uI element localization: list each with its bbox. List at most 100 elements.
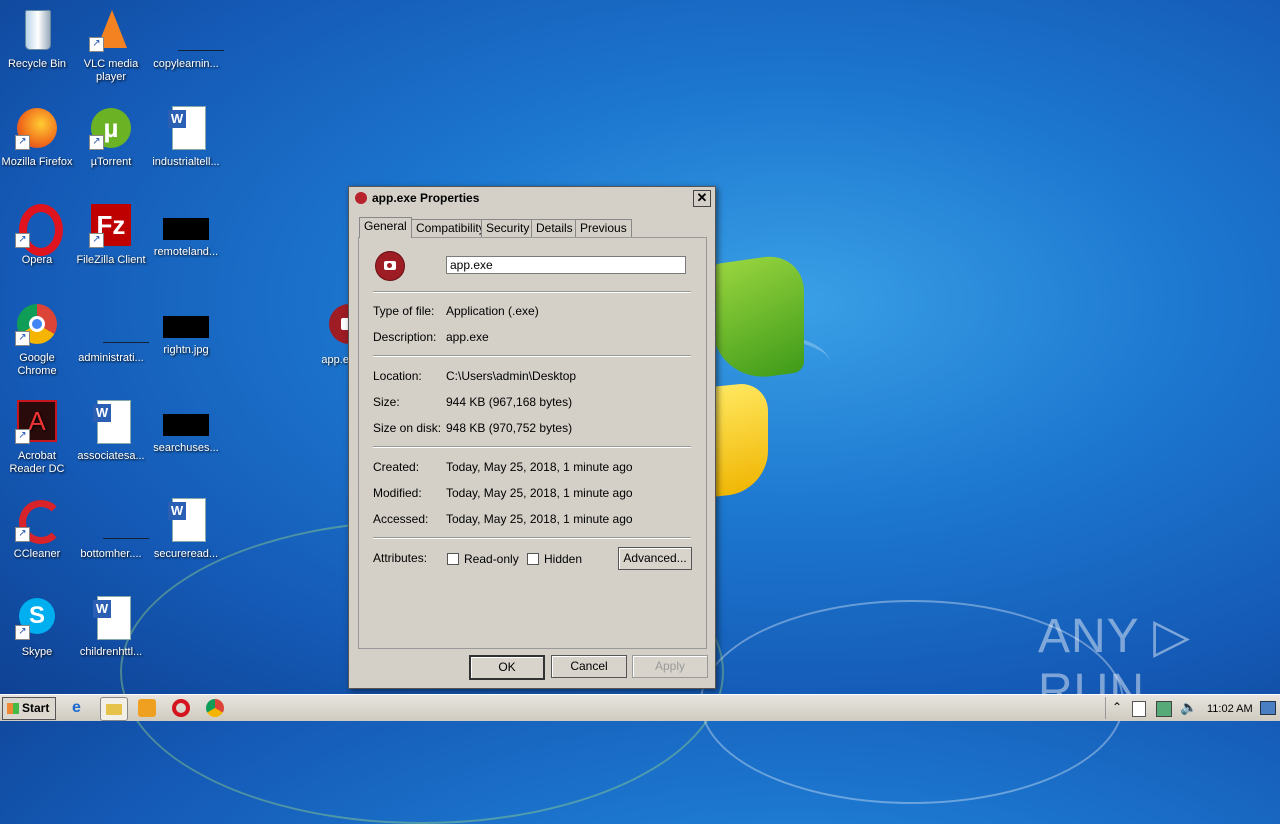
desktop-icon-label: industrialtell... (152, 156, 220, 168)
shortcut-arrow-icon: ↗ (15, 233, 30, 248)
network-icon[interactable] (1156, 701, 1172, 717)
shortcut-arrow-icon: ↗ (15, 331, 30, 346)
size-on-disk-label: Size on disk: (373, 421, 442, 435)
desktop-icon-label: rightn.jpg (163, 344, 209, 356)
desktop-icon-utorrent[interactable]: µ ↗ µTorrent (74, 106, 148, 169)
desktop-icon-skype[interactable]: S ↗ Skype (0, 596, 74, 659)
desktop-icon-firefox[interactable]: ↗ Mozilla Firefox (0, 106, 74, 169)
media-player-icon[interactable] (138, 699, 156, 717)
accessed-label: Accessed: (373, 512, 429, 526)
start-button[interactable]: Start (2, 697, 56, 720)
dialog-title: app.exe Properties (372, 191, 480, 205)
divider (373, 537, 691, 539)
desktop-icon-redacted-file[interactable]: remoteland... (149, 204, 223, 259)
word-document-icon: W (164, 106, 208, 150)
desktop-icon-chrome[interactable]: ↗ Google Chrome (0, 302, 74, 378)
tab-security[interactable]: Security (481, 219, 535, 237)
properties-dialog: app.exe Properties ✕ General Compatibili… (348, 186, 716, 689)
description-value: app.exe (446, 330, 489, 344)
volume-icon[interactable]: 🔈 (1180, 699, 1197, 716)
desktop-icon-label: Google Chrome (17, 352, 57, 377)
desktop-icon-label: Recycle Bin (7, 58, 67, 70)
desktop-icon-label: Acrobat Reader DC (9, 450, 65, 475)
cancel-button[interactable]: Cancel (551, 655, 627, 678)
firefox-icon: ↗ (15, 106, 59, 150)
desktop-icon-label: administrati... (78, 352, 144, 364)
shortcut-arrow-icon: ↗ (15, 135, 30, 150)
show-hidden-icons-icon[interactable]: ⌃ (1112, 700, 1122, 714)
desktop-icon-label: Mozilla Firefox (1, 156, 73, 168)
desktop-icon-file[interactable]: bottomher.... (74, 498, 149, 561)
desktop-icon-label: copylearnin... (153, 58, 219, 70)
desktop-icon-filezilla[interactable]: Fz ↗ FileZilla Client (74, 204, 148, 267)
shortcut-arrow-icon: ↗ (15, 527, 30, 542)
desktop-icon-recycle-bin[interactable]: Recycle Bin (0, 8, 74, 71)
modified-value: Today, May 25, 2018, 1 minute ago (446, 486, 633, 500)
desktop-icon-ccleaner[interactable]: ↗ CCleaner (0, 498, 74, 561)
word-document-icon: W (89, 596, 133, 640)
blank-file-icon (164, 8, 224, 52)
desktop-icon-file[interactable]: copylearnin... (149, 8, 224, 71)
redacted-thumbnail (163, 316, 209, 338)
opera-taskbar-icon[interactable] (172, 699, 190, 717)
attributes-label: Attributes: (373, 551, 428, 565)
internet-explorer-icon[interactable]: e (72, 699, 90, 717)
chrome-taskbar-icon[interactable] (206, 699, 224, 717)
created-label: Created: (373, 460, 420, 474)
desktop-icon-label: childrenhttl... (79, 646, 143, 658)
apply-button[interactable]: Apply (632, 655, 708, 678)
readonly-label[interactable]: Read-only (464, 552, 519, 566)
camera-app-icon (355, 192, 367, 204)
explorer-folder-icon[interactable] (100, 697, 128, 721)
chrome-icon: ↗ (15, 302, 59, 346)
advanced-button[interactable]: Advanced... (618, 547, 692, 570)
desktop-icon-label: CCleaner (13, 548, 61, 560)
general-tab-panel: Type of file: Application (.exe) Descrip… (358, 237, 707, 649)
desktop-icon-word-doc[interactable]: W childrenhttl... (74, 596, 148, 659)
desktop-icon-file[interactable]: administrati... (74, 302, 149, 365)
desktop-icon-opera[interactable]: ↗ Opera (0, 204, 74, 267)
blank-file-icon (89, 302, 149, 346)
word-document-icon: W (164, 498, 208, 542)
show-desktop-icon[interactable] (1260, 701, 1276, 715)
close-icon[interactable]: ✕ (693, 190, 711, 207)
start-label: Start (22, 701, 50, 715)
filename-input[interactable] (446, 256, 686, 274)
location-label: Location: (373, 369, 422, 383)
folder-shape (106, 704, 122, 715)
desktop-icon-label: remoteland... (153, 246, 219, 258)
tab-compatibility[interactable]: Compatibility (411, 219, 490, 237)
desktop-icon-word-doc[interactable]: W secureread... (149, 498, 223, 561)
accessed-value: Today, May 25, 2018, 1 minute ago (446, 512, 633, 526)
hidden-checkbox[interactable] (527, 553, 539, 565)
filezilla-icon: Fz ↗ (89, 204, 133, 248)
clock[interactable]: 11:02 AM (1207, 703, 1253, 715)
size-value: 944 KB (967,168 bytes) (446, 395, 573, 409)
desktop-icon-acrobat[interactable]: A ↗ Acrobat Reader DC (0, 400, 74, 476)
desktop-icon-redacted-file[interactable]: rightn.jpg (149, 302, 223, 357)
hidden-label[interactable]: Hidden (544, 552, 582, 566)
modified-label: Modified: (373, 486, 422, 500)
desktop-icon-vlc[interactable]: ↗ VLC media player (74, 8, 148, 84)
shortcut-arrow-icon: ↗ (89, 37, 104, 52)
desktop-icon-redacted-file[interactable]: searchuses... (149, 400, 223, 455)
skype-icon: S ↗ (15, 596, 59, 640)
desktop-icon-label: secureread... (153, 548, 219, 560)
tab-previous-versions[interactable]: Previous Versions (575, 219, 632, 252)
redacted-thumbnail (163, 414, 209, 436)
desktop-icon-label: Skype (21, 646, 53, 658)
action-center-icon[interactable] (1132, 701, 1146, 717)
desktop-icon-label: Opera (21, 254, 53, 266)
ok-button[interactable]: OK (469, 655, 545, 680)
shortcut-arrow-icon: ↗ (15, 429, 30, 444)
readonly-checkbox[interactable] (447, 553, 459, 565)
tab-general[interactable]: General (359, 217, 412, 238)
desktop-icon-label: VLC media player (83, 58, 139, 83)
desktop-icon-word-doc[interactable]: W industrialtell... (149, 106, 223, 169)
vlc-icon: ↗ (89, 8, 133, 52)
desktop-icon-word-doc[interactable]: W associatesa... (74, 400, 148, 463)
dialog-titlebar[interactable]: app.exe Properties ✕ (349, 187, 715, 209)
tab-details[interactable]: Details (531, 219, 578, 237)
desktop-icon-label: FileZilla Client (76, 254, 146, 266)
desktop-icon-label: associatesa... (77, 450, 145, 462)
